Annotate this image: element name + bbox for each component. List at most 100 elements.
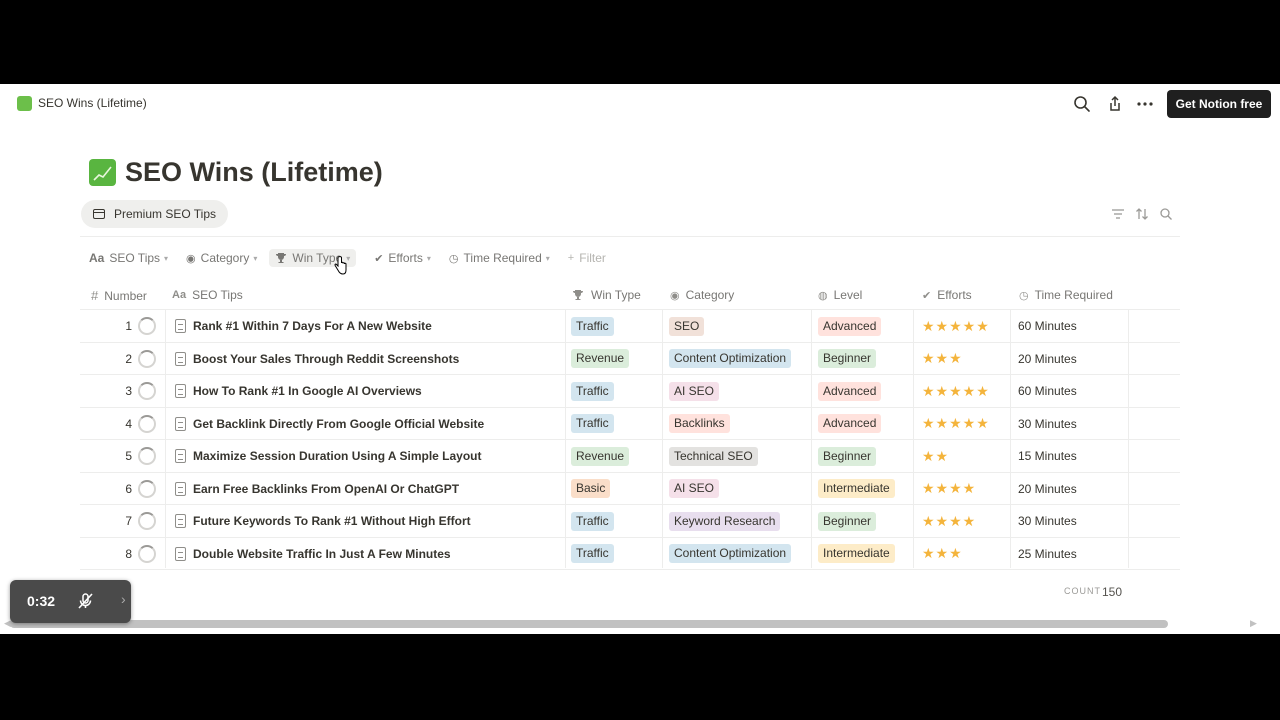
column-level[interactable]: ◍ Level: [818, 288, 862, 302]
trophy-icon: [573, 290, 583, 300]
mic-muted-icon[interactable]: [76, 592, 94, 610]
seo-tip-title[interactable]: Boost Your Sales Through Reddit Screensh…: [193, 343, 459, 375]
progress-ring-icon: [138, 447, 156, 465]
effort-stars: ★★: [922, 447, 950, 464]
column-divider: [1010, 310, 1011, 568]
add-filter-button[interactable]: + Filter: [568, 251, 606, 265]
progress-ring-icon: [138, 544, 156, 563]
table-view-icon: [93, 209, 105, 219]
search-icon[interactable]: [1072, 94, 1092, 114]
row-number: 7: [125, 514, 132, 528]
column-time-required[interactable]: ◷ Time Required: [1019, 288, 1113, 302]
win-type-tag: Revenue: [571, 446, 630, 466]
more-options-icon[interactable]: [1135, 94, 1155, 114]
trophy-icon: [276, 253, 287, 263]
select-property-icon: ◉: [670, 289, 680, 302]
column-divider: [165, 310, 166, 568]
progress-ring-icon: [138, 382, 156, 400]
video-overlay-widget[interactable]: 0:32 ›: [10, 580, 131, 623]
count-value: 150: [1102, 585, 1123, 599]
table-header: # Number Aa SEO Tips Win Type ◉ Category ◍ L…: [80, 284, 1180, 310]
status-property-icon: ✔: [922, 289, 932, 302]
page-doc-icon: [175, 416, 186, 431]
time-required: 25 Minutes: [1018, 546, 1077, 561]
time-required: 30 Minutes: [1018, 514, 1077, 528]
column-efforts[interactable]: ✔ Efforts: [922, 288, 972, 302]
seo-tip-title[interactable]: Get Backlink Directly From Google Offici…: [193, 408, 484, 440]
page-doc-icon: [175, 481, 186, 496]
table-row[interactable]: 4 Get Backlink Directly From Google Offic…: [80, 408, 1180, 440]
filter-label: SEO Tips: [109, 251, 161, 265]
progress-ring-icon: [138, 479, 156, 498]
filter-label: Efforts: [388, 251, 423, 265]
seo-tip-title[interactable]: Rank #1 Within 7 Days For A New Website: [193, 310, 432, 342]
table-row[interactable]: 7 Future Keywords To Rank #1 Without High…: [80, 505, 1180, 538]
scroll-right-icon[interactable]: ▶: [1250, 618, 1257, 629]
notion-page: SEO Wins (Lifetime) Get Notion free SEO …: [0, 84, 1280, 634]
filter-bar: Aa SEO Tips ▾ ◉ Category ▾ Win Type ▾ ✔ Eff…: [89, 248, 624, 268]
row-number: 4: [125, 416, 132, 431]
sort-icon[interactable]: [1135, 207, 1149, 221]
view-tab-premium-seo-tips[interactable]: Premium SEO Tips: [81, 200, 229, 228]
filter-lines-icon[interactable]: [1111, 207, 1125, 221]
category-tag: Content Optimization: [669, 349, 792, 368]
filter-seo-tips[interactable]: Aa SEO Tips ▾: [89, 251, 168, 265]
column-divider: [1128, 310, 1129, 568]
time-required: 60 Minutes: [1018, 384, 1077, 398]
column-seo-tips[interactable]: Aa SEO Tips: [172, 288, 243, 302]
table-row[interactable]: 6 Earn Free Backlinks From OpenAI Or Chat…: [80, 473, 1180, 505]
seo-tip-title[interactable]: Earn Free Backlinks From OpenAI Or ChatG…: [193, 473, 459, 505]
seo-tip-title[interactable]: Maximize Session Duration Using A Simple…: [193, 440, 482, 472]
table-row[interactable]: 2 Boost Your Sales Through Reddit Screens…: [80, 343, 1180, 375]
column-divider: [811, 310, 812, 568]
page-title: SEO Wins (Lifetime): [125, 157, 383, 187]
text-property-icon: Aa: [172, 289, 187, 301]
filter-efforts[interactable]: ✔ Efforts ▾: [374, 251, 431, 265]
effort-stars: ★★★★★: [922, 317, 990, 334]
page-doc-icon: [175, 384, 186, 398]
scrollbar-thumb[interactable]: [10, 620, 1168, 628]
row-number: 2: [125, 351, 132, 366]
level-tag: Advanced: [818, 414, 882, 433]
table-row[interactable]: 8 Double Website Traffic In Just A Few Mi…: [80, 538, 1180, 570]
hand-cursor-icon: [334, 256, 347, 275]
progress-ring-icon: [138, 414, 156, 433]
level-tag: Advanced: [818, 316, 882, 336]
column-number[interactable]: # Number: [91, 288, 147, 303]
effort-stars: ★★★★★: [922, 382, 990, 399]
level-tag: Intermediate: [818, 544, 895, 563]
category-tag: Backlinks: [669, 414, 730, 433]
share-icon[interactable]: [1105, 94, 1125, 114]
column-divider: [662, 310, 663, 568]
row-number: 3: [125, 384, 132, 398]
text-property-icon: Aa: [89, 251, 105, 265]
seo-tip-title[interactable]: Double Website Traffic In Just A Few Min…: [193, 538, 451, 570]
page-doc-icon: [175, 546, 186, 561]
table-row[interactable]: 1 Rank #1 Within 7 Days For A New Website…: [80, 310, 1180, 343]
breadcrumb[interactable]: SEO Wins (Lifetime): [38, 96, 147, 110]
win-type-tag: Traffic: [571, 316, 614, 336]
effort-stars: ★★★: [922, 350, 963, 366]
column-win-type[interactable]: Win Type: [572, 288, 641, 302]
select-property-icon: ◉: [186, 252, 196, 265]
table-row[interactable]: 3 How To Rank #1 In Google AI Overviews Tr…: [80, 375, 1180, 408]
table-search-icon[interactable]: [1159, 207, 1173, 221]
get-notion-free-button[interactable]: Get Notion free: [1167, 90, 1271, 118]
progress-ring-icon: [138, 349, 156, 368]
effort-stars: ★★★★: [922, 480, 977, 496]
table-row[interactable]: 5 Maximize Session Duration Using A Simpl…: [80, 440, 1180, 473]
column-category[interactable]: ◉ Category: [670, 288, 734, 302]
filter-category[interactable]: ◉ Category ▾: [186, 251, 257, 265]
level-tag: Beginner: [818, 511, 877, 531]
progress-ring-icon: [138, 512, 156, 530]
category-tag: Content Optimization: [669, 544, 792, 563]
page-doc-icon: [175, 319, 186, 333]
top-bar: SEO Wins (Lifetime) Get Notion free: [0, 84, 1280, 124]
filter-time-required[interactable]: ◷ Time Required ▾: [449, 251, 550, 265]
globe-icon: ◍: [818, 289, 828, 302]
chevron-right-icon[interactable]: ›: [121, 591, 126, 607]
seo-tip-title[interactable]: Future Keywords To Rank #1 Without High …: [193, 505, 471, 537]
seo-tip-title[interactable]: How To Rank #1 In Google AI Overviews: [193, 375, 422, 407]
win-type-tag: Basic: [571, 479, 611, 498]
clock-icon: ◷: [448, 252, 459, 265]
